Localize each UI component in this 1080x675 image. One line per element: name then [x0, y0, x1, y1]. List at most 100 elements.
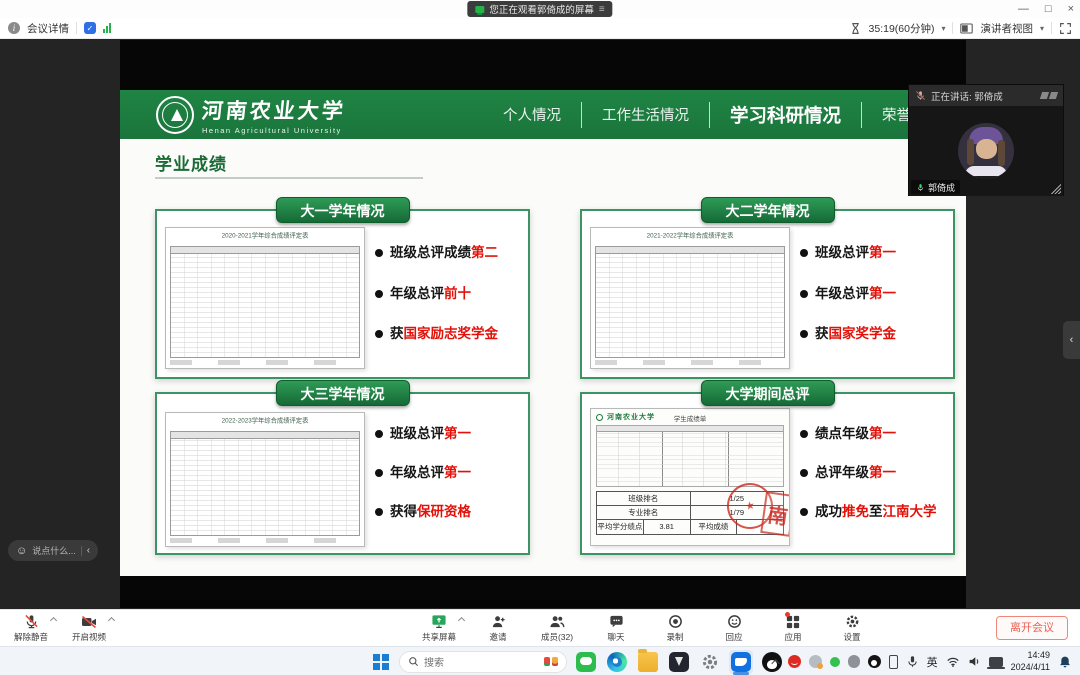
speaker-video-panel[interactable]: 正在讲话: 郭倚成 郭倚成	[908, 84, 1064, 196]
banner-menu-icon[interactable]: ≡	[599, 4, 605, 15]
notification-bell-icon[interactable]	[1058, 655, 1072, 669]
wechat-icon	[576, 652, 596, 672]
system-tray: 英 14:49 2024/4/11	[774, 647, 1072, 675]
reactions-button[interactable]: 回应	[713, 614, 755, 643]
close-button[interactable]: ×	[1068, 3, 1074, 15]
transcript-row-label: 班级排名	[597, 492, 691, 505]
tray-phone-icon[interactable]	[889, 655, 898, 669]
score-table-title: 2020-2021学年综合成绩评定表	[176, 229, 354, 241]
bullet-dot-icon	[375, 508, 383, 516]
tray-wechat-dot-icon[interactable]	[830, 657, 840, 667]
meeting-app-icon	[731, 652, 751, 672]
divider	[952, 22, 953, 34]
start-video-button[interactable]: 开启视频	[68, 614, 110, 643]
gallery-view-icon[interactable]	[1041, 92, 1057, 99]
bullet-item: 班级总评第一	[375, 426, 522, 443]
collapse-chat-icon[interactable]: ‹	[87, 545, 90, 556]
window-titlebar: 您正在观看郭倚成的屏幕 ≡ — □ ×	[0, 0, 1080, 18]
shared-screen-region: 河南农业大学 Henan Agricultural University 个人情…	[120, 40, 966, 608]
ime-indicator[interactable]: 英	[927, 654, 938, 670]
chat-quick-input[interactable]: ☺ 说点什么... ‹	[8, 540, 98, 561]
maximize-button[interactable]: □	[1045, 3, 1052, 15]
record-icon	[668, 614, 683, 629]
taskbar-app-wechat[interactable]	[574, 650, 598, 674]
bullet-item: 年级总评第一	[800, 286, 947, 303]
share-screen-button[interactable]: 共享屏幕	[418, 614, 460, 643]
taskbar-app-explorer[interactable]	[636, 650, 660, 674]
taskbar-app-meeting-active[interactable]	[729, 650, 753, 674]
taskbar-app-edge[interactable]	[605, 650, 629, 674]
panel-year3-bullets: 班级总评第一年级总评第一获得保研资格	[375, 404, 522, 543]
file-explorer-icon	[638, 652, 658, 672]
bullet-item: 获国家奖学金	[800, 326, 947, 343]
minimize-button[interactable]: —	[1018, 3, 1029, 15]
members-button[interactable]: 成员(32)	[536, 614, 578, 643]
record-button[interactable]: 录制	[654, 614, 696, 643]
slide-nav-tabs: 个人情况 工作生活情况 学习科研情况 荣誉情况	[483, 102, 966, 128]
unmute-button[interactable]: 解除静音	[10, 614, 52, 643]
bullet-item: 年级总评前十	[375, 286, 522, 303]
fullscreen-icon[interactable]	[1059, 22, 1072, 35]
resize-handle[interactable]	[1049, 182, 1061, 194]
search-placeholder: 搜索	[424, 654, 539, 669]
bullet-dot-icon	[800, 249, 808, 257]
mic-options-chevron[interactable]	[50, 616, 57, 623]
tray-mouse-icon[interactable]	[848, 655, 860, 668]
speaker-name: 郭倚成	[928, 181, 955, 194]
taskbar-app-settings[interactable]	[698, 650, 722, 674]
stage-area: 河南农业大学 Henan Agricultural University 个人情…	[0, 39, 1080, 609]
taskbar-search-box[interactable]: 搜索	[399, 651, 567, 673]
wifi-icon[interactable]	[946, 655, 960, 668]
screen-share-icon	[475, 6, 484, 13]
tray-device-icon[interactable]	[989, 657, 1003, 667]
video-options-chevron[interactable]	[108, 616, 115, 623]
sidebar-collapse-tab[interactable]: ‹	[1063, 321, 1080, 359]
tray-qq-icon[interactable]	[868, 655, 881, 668]
chat-button[interactable]: 聊天	[595, 614, 637, 643]
bullet-item: 总评年级第一	[800, 465, 947, 482]
slide-header: 河南农业大学 Henan Agricultural University 个人情…	[120, 90, 966, 139]
leave-meeting-button[interactable]: 离开会议	[996, 616, 1068, 640]
gear-icon	[845, 614, 860, 629]
slide-tab-worklife: 工作生活情况	[582, 104, 709, 125]
score-table-image-year1: 2020-2021学年综合成绩评定表	[165, 227, 365, 369]
meeting-details-button[interactable]: 会议详情	[27, 21, 69, 36]
tray-sync-icon[interactable]	[809, 655, 822, 668]
watching-banner-text: 您正在观看郭倚成的屏幕	[489, 2, 594, 16]
search-icon	[408, 656, 419, 667]
watching-banner[interactable]: 您正在观看郭倚成的屏幕 ≡	[467, 1, 612, 17]
transcript-row-label: 专业排名	[597, 506, 691, 519]
security-shield-icon[interactable]: ✓	[84, 22, 96, 34]
emoji-icon[interactable]: ☺	[16, 545, 27, 557]
chat-placeholder[interactable]: 说点什么...	[32, 544, 76, 557]
network-signal-icon[interactable]	[103, 23, 111, 33]
mic-active-icon	[916, 183, 925, 192]
reaction-smiley-icon	[727, 614, 742, 629]
score-table-title: 2022-2023学年综合成绩评定表	[176, 414, 354, 426]
record-label: 录制	[666, 631, 683, 643]
view-mode-dropdown-icon[interactable]: ▾	[1040, 24, 1044, 33]
speaker-icon[interactable]	[968, 655, 981, 668]
share-screen-icon	[431, 614, 447, 629]
start-button[interactable]	[368, 650, 392, 674]
tray-mic-icon[interactable]	[906, 655, 919, 668]
speaker-name-tag: 郭倚成	[911, 180, 960, 194]
invite-person-icon	[491, 614, 506, 629]
view-mode-button[interactable]: 演讲者视图	[980, 21, 1033, 36]
panel-year1: 大一学年情况 2020-2021学年综合成绩评定表 班级总评成绩第二年级总评前十…	[155, 209, 530, 379]
tray-music-icon[interactable]	[788, 655, 801, 668]
taskbar-app-dark[interactable]	[667, 650, 691, 674]
share-options-chevron[interactable]	[458, 616, 465, 623]
bullet-dot-icon	[800, 430, 808, 438]
meeting-app-window: 您正在观看郭倚成的屏幕 ≡ — □ × i 会议详情 ✓ 35:19(60分钟)…	[0, 0, 1080, 675]
apps-button[interactable]: 应用	[772, 614, 814, 643]
bullet-dot-icon	[375, 290, 383, 298]
members-icon	[549, 614, 565, 629]
settings-button[interactable]: 设置	[831, 614, 873, 643]
timer-dropdown-icon[interactable]: ▾	[941, 24, 945, 33]
score-table-image-year2: 2021-2022学年综合成绩评定表	[590, 227, 790, 369]
divider	[155, 177, 423, 179]
mic-muted-icon	[24, 614, 39, 629]
invite-button[interactable]: 邀请	[477, 614, 519, 643]
taskbar-clock[interactable]: 14:49 2024/4/11	[1011, 650, 1050, 673]
